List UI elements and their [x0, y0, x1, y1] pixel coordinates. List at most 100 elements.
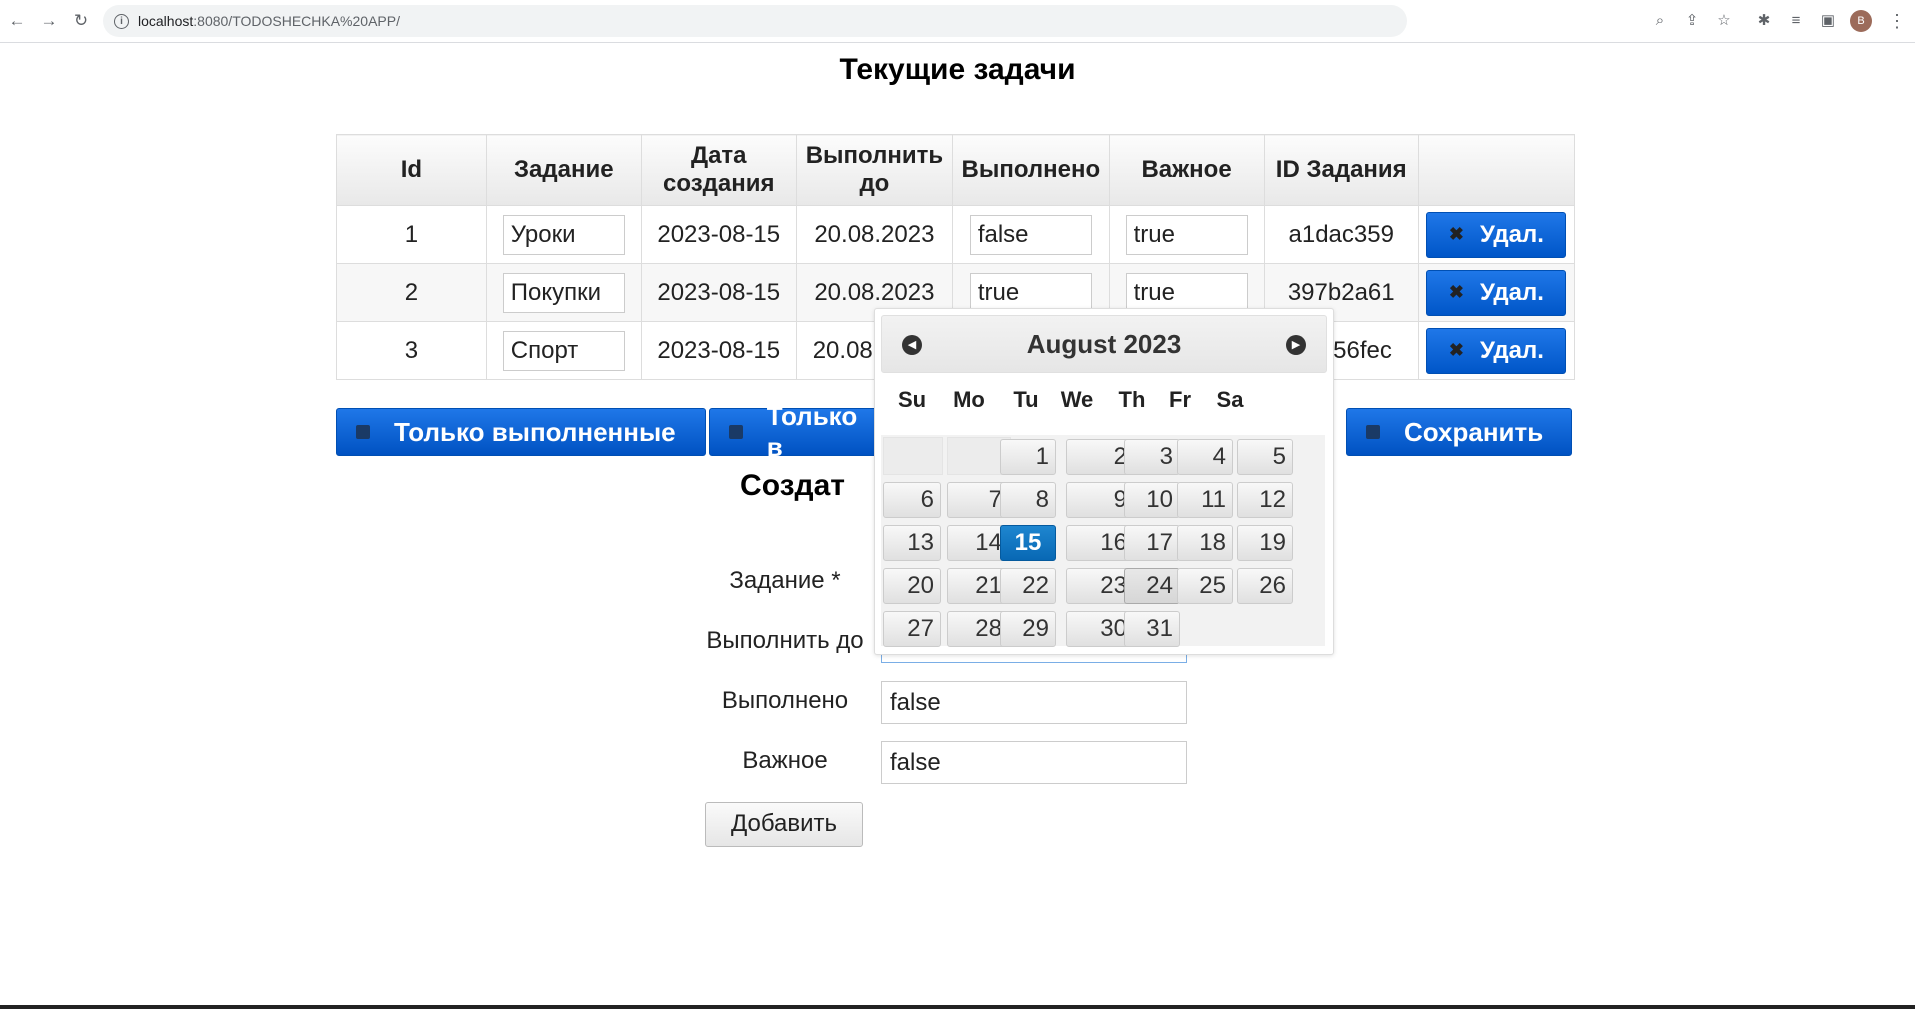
done-input[interactable] [969, 214, 1092, 255]
task-input[interactable] [502, 330, 625, 371]
forward-icon[interactable]: → [38, 10, 60, 32]
media-icon[interactable]: ≡ [1786, 11, 1806, 31]
more-icon[interactable]: ⋮ [1888, 10, 1906, 32]
important-field[interactable] [881, 741, 1187, 784]
cell-due: 20.08.2023 [795, 205, 954, 264]
done-input[interactable] [969, 272, 1092, 313]
taskbar-edge [0, 1005, 1915, 1009]
day-29[interactable]: 29 [1000, 611, 1056, 647]
header-done: Выполнено [952, 134, 1110, 206]
close-icon: ✖ [1448, 282, 1464, 302]
save-label: Сохранить [1404, 416, 1544, 447]
only-done-label: Только выполненные [394, 416, 676, 447]
close-icon: ✖ [1448, 224, 1464, 244]
datepicker: ◀ August 2023 ▶ Su Mo Tu We Th Fr Sa 123456789… [874, 308, 1334, 655]
empty-day-cell [883, 437, 943, 475]
done-field[interactable] [881, 681, 1187, 724]
browser-toolbar: ← → ↻ i localhost:8080/TODOSHECHKA%20APP… [0, 0, 1915, 43]
delete-button[interactable]: ✖ Удал. [1426, 211, 1567, 258]
reload-icon[interactable]: ↻ [70, 10, 92, 32]
day-19[interactable]: 19 [1237, 525, 1293, 561]
task-label: Задание * [729, 567, 841, 594]
day-3[interactable]: 3 [1124, 439, 1180, 475]
day-17[interactable]: 17 [1124, 525, 1180, 561]
day-18[interactable]: 18 [1177, 525, 1233, 561]
table-header-row: Id Задание Дата создания Выполнить до Вы… [336, 134, 1576, 206]
info-icon[interactable]: i [114, 14, 129, 29]
url-text: localhost:8080/TODOSHECHKA%20APP/ [138, 13, 400, 29]
header-task-id: ID Задания [1263, 134, 1419, 206]
delete-button[interactable]: ✖ Удал. [1426, 327, 1567, 374]
done-label: Выполнено [721, 687, 849, 714]
day-1[interactable]: 1 [1000, 439, 1056, 475]
datepicker-title: August 2023 [1026, 329, 1182, 359]
save-icon [1366, 425, 1380, 439]
day-8[interactable]: 8 [1000, 482, 1056, 518]
only-done-button[interactable]: Только выполненные [336, 408, 706, 456]
save-button[interactable]: Сохранить [1346, 408, 1572, 456]
delete-label: Удал. [1480, 336, 1544, 364]
back-icon[interactable]: ← [6, 10, 28, 32]
cell-important [1108, 205, 1265, 264]
cell-actions: ✖ Удал. [1417, 205, 1576, 264]
cell-id: 1 [336, 205, 487, 264]
day-26[interactable]: 26 [1237, 568, 1293, 604]
only-second-button[interactable]: Только в [709, 401, 879, 462]
task-input[interactable] [502, 214, 625, 255]
day-5[interactable]: 5 [1237, 439, 1293, 475]
avatar[interactable]: B [1850, 10, 1872, 32]
next-month-icon[interactable]: ▶ [1286, 335, 1306, 355]
header-important: Важное [1108, 134, 1265, 206]
header-id: Id [336, 134, 487, 206]
day-15[interactable]: 15 [1000, 525, 1056, 561]
day-11[interactable]: 11 [1177, 482, 1233, 518]
cell-actions: ✖ Удал. [1417, 263, 1576, 322]
day-6[interactable]: 6 [883, 482, 941, 518]
task-input[interactable] [502, 272, 625, 313]
day-20[interactable]: 20 [883, 568, 941, 604]
header-due: Выполнить до [795, 134, 954, 206]
header-task: Задание [485, 134, 642, 206]
cell-task-id: a1dac359 [1263, 205, 1419, 264]
save-icon [729, 425, 743, 439]
delete-button[interactable]: ✖ Удал. [1426, 269, 1567, 316]
days-grid: 1 2 3 4 5 6 7 8 9 10 11 12 13 14 15 16 17 18 19 20 21 22 23 24 2… [881, 435, 1325, 647]
day-27[interactable]: 27 [883, 611, 941, 647]
day-12[interactable]: 12 [1237, 482, 1293, 518]
star-icon[interactable]: ☆ [1714, 11, 1734, 31]
cell-task [485, 205, 642, 264]
cell-task [485, 321, 642, 380]
important-input[interactable] [1125, 272, 1248, 313]
weekday-we: We [1060, 387, 1094, 412]
sidebar-icon[interactable]: ▣ [1818, 11, 1838, 31]
cell-id: 3 [336, 321, 487, 380]
header-created: Дата создания [640, 134, 797, 206]
cell-task [485, 263, 642, 322]
day-10[interactable]: 10 [1124, 482, 1180, 518]
cell-created: 2023-08-15 [640, 263, 797, 322]
add-button[interactable]: Добавить [705, 802, 863, 847]
datepicker-header: ◀ August 2023 ▶ [881, 315, 1327, 373]
day-24[interactable]: 24 [1124, 568, 1180, 604]
page-title: Текущие задачи [839, 53, 1076, 86]
day-25[interactable]: 25 [1177, 568, 1233, 604]
cell-actions: ✖ Удал. [1417, 321, 1576, 380]
cell-id: 2 [336, 263, 487, 322]
important-input[interactable] [1125, 214, 1248, 255]
zoom-icon[interactable]: ⌕ [1650, 11, 1670, 31]
table-row: 1 2023-08-15 20.08.2023 a1dac359 ✖ Удал. [336, 205, 1576, 264]
weekday-sa: Sa [1216, 387, 1244, 412]
only-second-label: Только в [766, 401, 858, 462]
close-icon: ✖ [1448, 340, 1464, 360]
day-31[interactable]: 31 [1124, 611, 1180, 647]
delete-label: Удал. [1480, 278, 1544, 306]
share-icon[interactable]: ⇪ [1682, 11, 1702, 31]
address-bar[interactable]: i localhost:8080/TODOSHECHKA%20APP/ [103, 5, 1407, 37]
save-icon [356, 425, 370, 439]
weekday-mo: Mo [953, 387, 985, 412]
day-22[interactable]: 22 [1000, 568, 1056, 604]
header-actions [1417, 134, 1576, 206]
day-4[interactable]: 4 [1177, 439, 1233, 475]
extensions-icon[interactable]: ✱ [1754, 11, 1774, 31]
day-13[interactable]: 13 [883, 525, 941, 561]
